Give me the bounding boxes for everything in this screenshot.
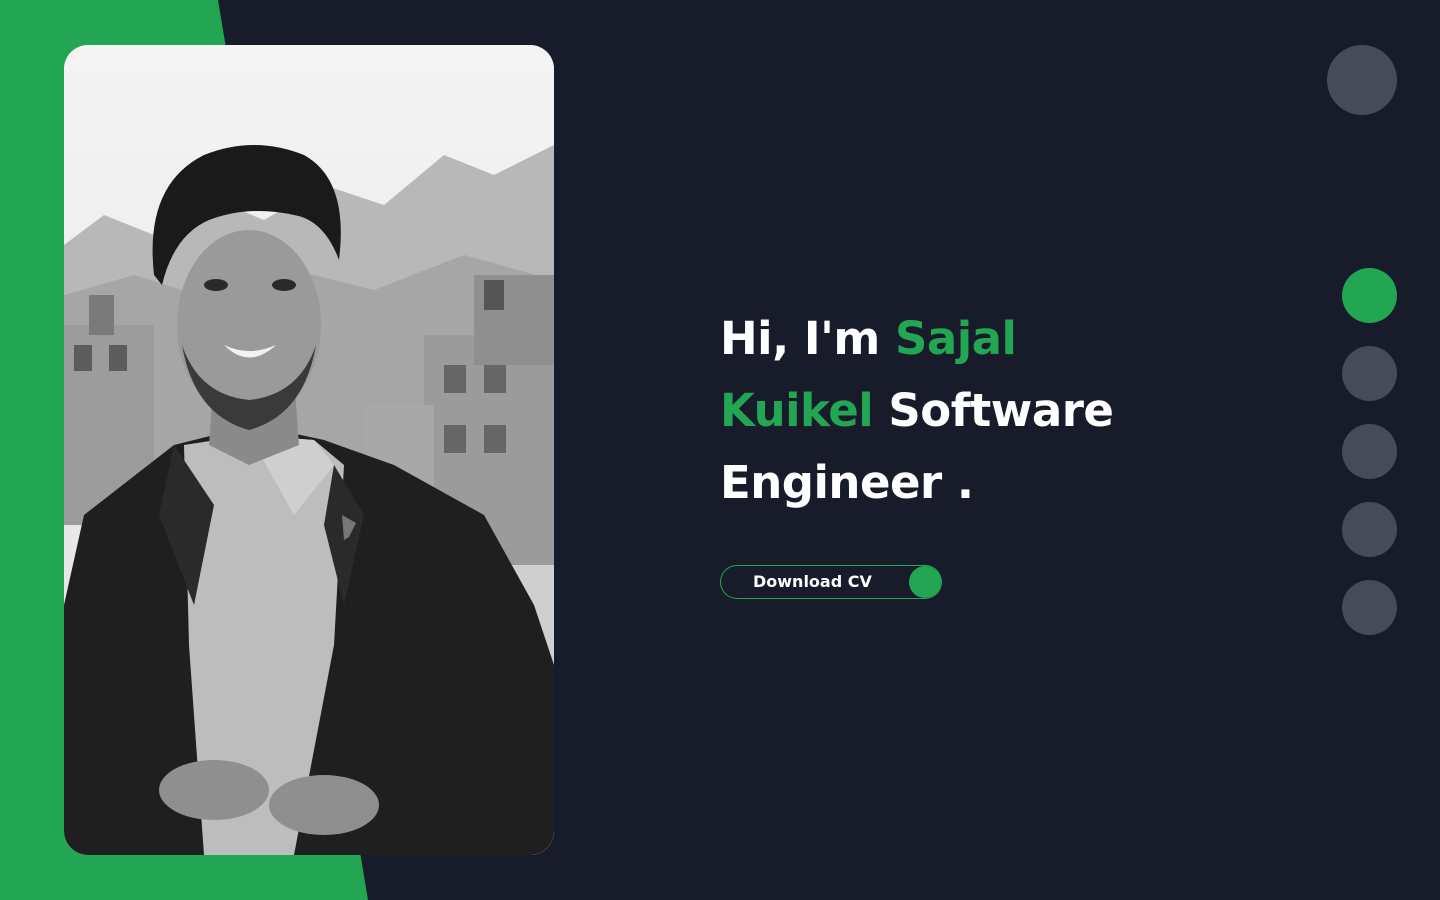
headline-line-2: Kuikel Software	[720, 375, 1150, 447]
hero-page: Hi, I'm Sajal Kuikel Software Engineer .…	[0, 0, 1440, 900]
profile-photo-illustration	[64, 45, 554, 855]
hero-headline: Hi, I'm Sajal Kuikel Software Engineer .	[720, 303, 1150, 519]
download-cv-knob	[909, 566, 941, 598]
nav-dot-about[interactable]	[1342, 346, 1397, 401]
headline-line-1: Hi, I'm Sajal	[720, 303, 1150, 375]
first-name-text: Sajal	[894, 312, 1017, 365]
headline-line-3: Engineer .	[720, 447, 1150, 519]
nav-dot-portfolio[interactable]	[1342, 424, 1397, 479]
theme-toggle-button[interactable]	[1327, 45, 1397, 115]
role-word-1-text: Software	[888, 384, 1114, 437]
profile-photo	[64, 45, 554, 855]
last-name-text: Kuikel	[720, 384, 874, 437]
download-cv-button[interactable]: Download CV	[720, 565, 942, 599]
greeting-text: Hi, I'm	[720, 312, 880, 365]
download-cv-label: Download CV	[753, 572, 872, 591]
section-nav	[1342, 268, 1397, 658]
nav-dot-home[interactable]	[1342, 268, 1397, 323]
nav-dot-contact[interactable]	[1342, 580, 1397, 635]
nav-dot-blog[interactable]	[1342, 502, 1397, 557]
role-word-2-text: Engineer .	[720, 456, 974, 509]
